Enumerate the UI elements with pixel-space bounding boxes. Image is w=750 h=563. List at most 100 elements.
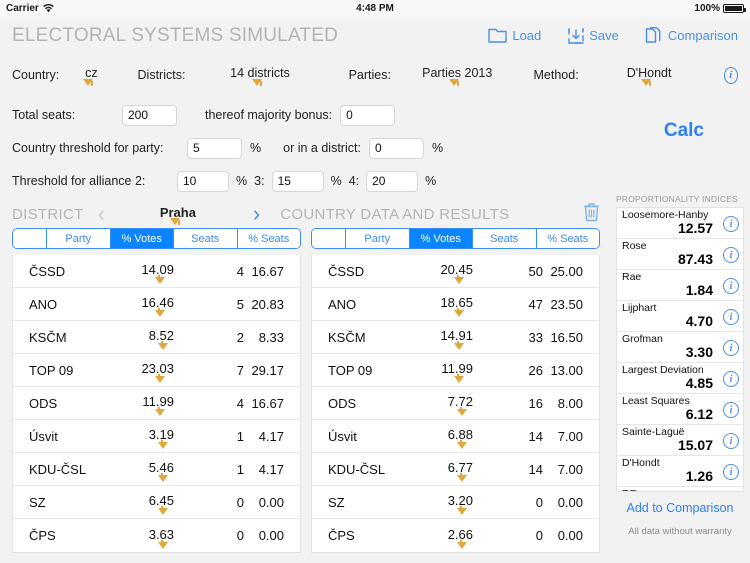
table-row[interactable]: ČPS 3.63 0 0.00: [13, 519, 300, 552]
votes-stepper[interactable]: 11.99: [134, 395, 182, 416]
index-row[interactable]: Rae 1.84 i: [617, 270, 743, 301]
index-row[interactable]: D'Hondt 1.26 i: [617, 456, 743, 487]
table-row[interactable]: Úsvit 3.19 1 4.17: [13, 420, 300, 453]
info-icon[interactable]: i: [723, 371, 739, 387]
table-row[interactable]: KSČM 8.52 2 8.33: [13, 321, 300, 354]
cell-votes[interactable]: 3.20: [400, 494, 503, 515]
cell-votes[interactable]: 3.19: [101, 428, 204, 449]
country-dropdown[interactable]: cz: [67, 66, 115, 86]
votes-stepper[interactable]: 2.66: [440, 527, 481, 549]
votes-stepper[interactable]: 5.46: [141, 461, 182, 482]
cell-votes[interactable]: 23.03: [101, 362, 204, 383]
cell-votes[interactable]: 11.99: [101, 395, 204, 416]
table-row[interactable]: SZ 3.20 0 0.00: [312, 486, 599, 519]
votes-stepper[interactable]: 14.09: [133, 263, 182, 284]
index-row[interactable]: Largest Deviation 4.85 i: [617, 363, 743, 394]
cell-votes[interactable]: 20.45: [400, 263, 503, 284]
table-row[interactable]: SZ 6.45 0 0.00: [13, 486, 300, 519]
cell-votes[interactable]: 14.91: [400, 329, 503, 350]
index-row[interactable]: Sainte-Laguë 15.07 i: [617, 425, 743, 456]
country-seg-pseats[interactable]: % Seats: [536, 229, 599, 248]
index-row[interactable]: RR20.54i: [617, 487, 743, 491]
delete-button[interactable]: [583, 202, 600, 227]
alliance3-input[interactable]: [271, 170, 324, 192]
cell-votes[interactable]: 6.45: [101, 494, 204, 515]
votes-stepper[interactable]: 23.03: [133, 362, 182, 383]
index-row[interactable]: Grofman 3.30 i: [617, 332, 743, 363]
info-icon[interactable]: i: [723, 464, 739, 480]
votes-stepper[interactable]: 6.88: [440, 428, 481, 449]
district-column-segmented-control[interactable]: Party % Votes Seats % Seats: [12, 228, 301, 249]
votes-stepper[interactable]: 20.45: [432, 263, 481, 284]
district-dropdown[interactable]: Praha: [113, 205, 243, 225]
district-seg-seats[interactable]: Seats: [174, 229, 238, 248]
info-icon[interactable]: i: [723, 402, 739, 418]
table-row[interactable]: KDU-ČSL 6.77 14 7.00: [312, 453, 599, 486]
cell-votes[interactable]: 14.09: [101, 263, 204, 284]
info-icon[interactable]: i: [723, 216, 739, 232]
table-row[interactable]: KSČM 14.91 33 16.50: [312, 321, 599, 354]
index-row[interactable]: Rose 87.43 i: [617, 239, 743, 270]
table-row[interactable]: ČSSD 14.09 4 16.67: [13, 255, 300, 288]
table-row[interactable]: Úsvit 6.88 14 7.00: [312, 420, 599, 453]
table-row[interactable]: ČPS 2.66 0 0.00: [312, 519, 599, 552]
district-seg-blank[interactable]: [13, 229, 47, 248]
cell-votes[interactable]: 8.52: [101, 329, 204, 350]
table-row[interactable]: ODS 11.99 4 16.67: [13, 387, 300, 420]
cell-votes[interactable]: 3.63: [101, 527, 204, 549]
info-icon[interactable]: i: [723, 247, 739, 263]
country-seg-blank[interactable]: [312, 229, 346, 248]
votes-stepper[interactable]: 16.46: [133, 296, 182, 317]
table-row[interactable]: ANO 16.46 5 20.83: [13, 288, 300, 321]
cell-votes[interactable]: 5.46: [101, 461, 204, 482]
index-row[interactable]: Lijphart 4.70 i: [617, 301, 743, 332]
info-icon[interactable]: i: [723, 433, 739, 449]
table-row[interactable]: TOP 09 23.03 7 29.17: [13, 354, 300, 387]
country-seg-votes[interactable]: % Votes: [409, 229, 473, 248]
majority-bonus-input[interactable]: [340, 104, 396, 126]
alliance4-input[interactable]: [366, 170, 419, 192]
district-seg-pseats[interactable]: % Seats: [237, 229, 300, 248]
cell-votes[interactable]: 11.99: [400, 362, 503, 383]
method-dropdown[interactable]: D'Hondt: [587, 66, 712, 86]
district-threshold-input[interactable]: [368, 137, 424, 159]
table-row[interactable]: ANO 18.65 47 23.50: [312, 288, 599, 321]
votes-stepper[interactable]: 3.19: [141, 428, 182, 449]
votes-stepper[interactable]: 18.65: [432, 296, 481, 317]
info-icon[interactable]: i: [723, 309, 739, 325]
save-button[interactable]: Save: [567, 27, 619, 45]
table-row[interactable]: KDU-ČSL 5.46 1 4.17: [13, 453, 300, 486]
table-row[interactable]: ODS 7.72 16 8.00: [312, 387, 599, 420]
votes-stepper[interactable]: 6.45: [141, 494, 182, 515]
index-row[interactable]: Loosemore-Hanby 12.57 i: [617, 208, 743, 239]
votes-stepper[interactable]: 8.52: [141, 329, 182, 350]
cell-votes[interactable]: 16.46: [101, 296, 204, 317]
country-threshold-input[interactable]: [187, 137, 242, 159]
prev-district-button[interactable]: ‹: [98, 203, 105, 225]
districts-dropdown[interactable]: 14 districts: [193, 66, 326, 86]
info-icon[interactable]: i: [723, 340, 739, 356]
add-to-comparison-button[interactable]: Add to Comparison: [616, 501, 744, 515]
index-row[interactable]: Least Squares 6.12 i: [617, 394, 743, 425]
country-seg-seats[interactable]: Seats: [473, 229, 537, 248]
calc-button[interactable]: Calc: [664, 120, 704, 142]
next-district-button[interactable]: ›: [253, 203, 260, 225]
indices-list[interactable]: Loosemore-Hanby 12.57 i Rose 87.43 i Rae 1.84 i L…: [616, 207, 744, 492]
district-seg-party[interactable]: Party: [47, 229, 111, 248]
country-column-segmented-control[interactable]: Party % Votes Seats % Seats: [311, 228, 600, 249]
cell-votes[interactable]: 18.65: [400, 296, 503, 317]
district-seg-votes[interactable]: % Votes: [110, 229, 174, 248]
comparison-button[interactable]: Comparison: [645, 26, 738, 45]
votes-stepper[interactable]: 7.72: [440, 395, 481, 416]
country-seg-party[interactable]: Party: [346, 229, 410, 248]
parties-dropdown[interactable]: Parties 2013: [399, 66, 516, 86]
table-row[interactable]: TOP 09 11.99 26 13.00: [312, 354, 599, 387]
method-info-icon[interactable]: i: [723, 66, 738, 84]
votes-stepper[interactable]: 6.77: [440, 461, 481, 482]
total-seats-input[interactable]: [122, 104, 177, 126]
cell-votes[interactable]: 6.77: [400, 461, 503, 482]
alliance2-input[interactable]: [177, 170, 229, 192]
info-icon[interactable]: i: [723, 278, 739, 294]
cell-votes[interactable]: 7.72: [400, 395, 503, 416]
votes-stepper[interactable]: 3.63: [141, 527, 182, 549]
